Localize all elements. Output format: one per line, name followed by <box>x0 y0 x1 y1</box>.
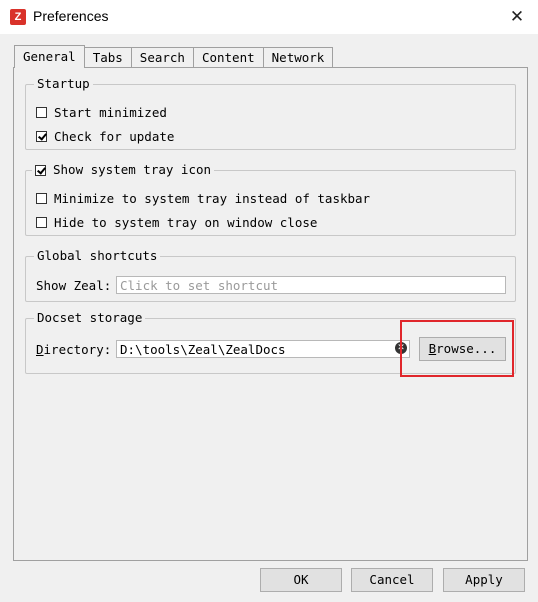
ok-button[interactable]: OK <box>260 568 342 592</box>
docset-storage-group: Docset storage Directory: ✕ Browse... <box>25 310 516 374</box>
clear-icon[interactable]: ✕ <box>395 342 407 354</box>
show-tray-icon-checkbox[interactable] <box>35 164 46 176</box>
title-bar: Z Preferences ✕ <box>0 0 538 34</box>
window-title: Preferences <box>33 8 109 24</box>
start-minimized-checkbox[interactable] <box>36 106 47 118</box>
close-icon[interactable]: ✕ <box>506 6 528 28</box>
hide-on-close-option[interactable]: Hide to system tray on window close <box>36 213 317 231</box>
directory-label: Directory: <box>36 341 112 357</box>
tab-search[interactable]: Search <box>130 47 194 68</box>
tab-network[interactable]: Network <box>262 47 334 68</box>
tab-content[interactable]: Content <box>192 47 264 68</box>
directory-field-wrap: ✕ <box>116 340 410 358</box>
show-zeal-shortcut-input[interactable] <box>116 276 506 294</box>
browse-button[interactable]: Browse... <box>419 337 506 361</box>
show-zeal-row: Show Zeal: <box>36 276 111 294</box>
zeal-app-icon: Z <box>10 9 26 25</box>
system-tray-group: Show system tray icon Minimize to system… <box>25 162 516 236</box>
check-for-update-option[interactable]: Check for update <box>36 127 174 145</box>
docset-storage-title: Docset storage <box>34 310 146 326</box>
tab-bar: General Tabs Search Content Network <box>14 45 334 68</box>
directory-row: Directory: <box>36 340 111 358</box>
check-for-update-label: Check for update <box>54 128 175 144</box>
check-for-update-checkbox[interactable] <box>36 130 47 142</box>
start-minimized-label: Start minimized <box>54 104 167 120</box>
global-shortcuts-title: Global shortcuts <box>34 248 161 264</box>
general-tab-pane: Startup Start minimized Check for update… <box>13 67 528 561</box>
minimize-to-tray-option[interactable]: Minimize to system tray instead of taskb… <box>36 189 370 207</box>
global-shortcuts-group: Global shortcuts Show Zeal: <box>25 248 516 302</box>
tab-tabs[interactable]: Tabs <box>83 47 132 68</box>
directory-input[interactable] <box>116 340 410 358</box>
startup-group: Startup Start minimized Check for update <box>25 76 516 150</box>
startup-group-title: Startup <box>34 76 93 92</box>
start-minimized-option[interactable]: Start minimized <box>36 103 167 121</box>
cancel-button[interactable]: Cancel <box>351 568 433 592</box>
tab-general[interactable]: General <box>14 45 85 68</box>
show-zeal-label: Show Zeal: <box>36 277 112 293</box>
minimize-to-tray-label: Minimize to system tray instead of taskb… <box>54 190 371 206</box>
show-tray-icon-option[interactable]: Show system tray icon <box>32 162 215 178</box>
hide-on-close-checkbox[interactable] <box>36 216 47 228</box>
show-tray-icon-label: Show system tray icon <box>53 162 212 177</box>
apply-button[interactable]: Apply <box>443 568 525 592</box>
minimize-to-tray-checkbox[interactable] <box>36 192 47 204</box>
hide-on-close-label: Hide to system tray on window close <box>54 214 318 230</box>
